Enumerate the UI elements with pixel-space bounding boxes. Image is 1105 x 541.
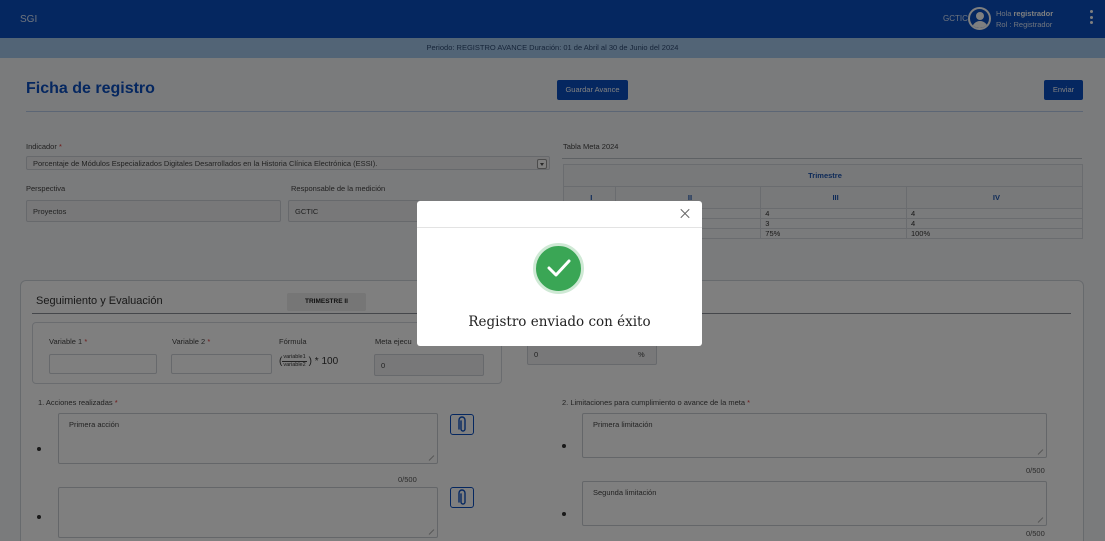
- success-check-icon: [533, 243, 584, 294]
- dialog-divider: [417, 227, 702, 228]
- close-icon[interactable]: [678, 207, 692, 221]
- dialog-message: Registro enviado con éxito: [468, 314, 651, 330]
